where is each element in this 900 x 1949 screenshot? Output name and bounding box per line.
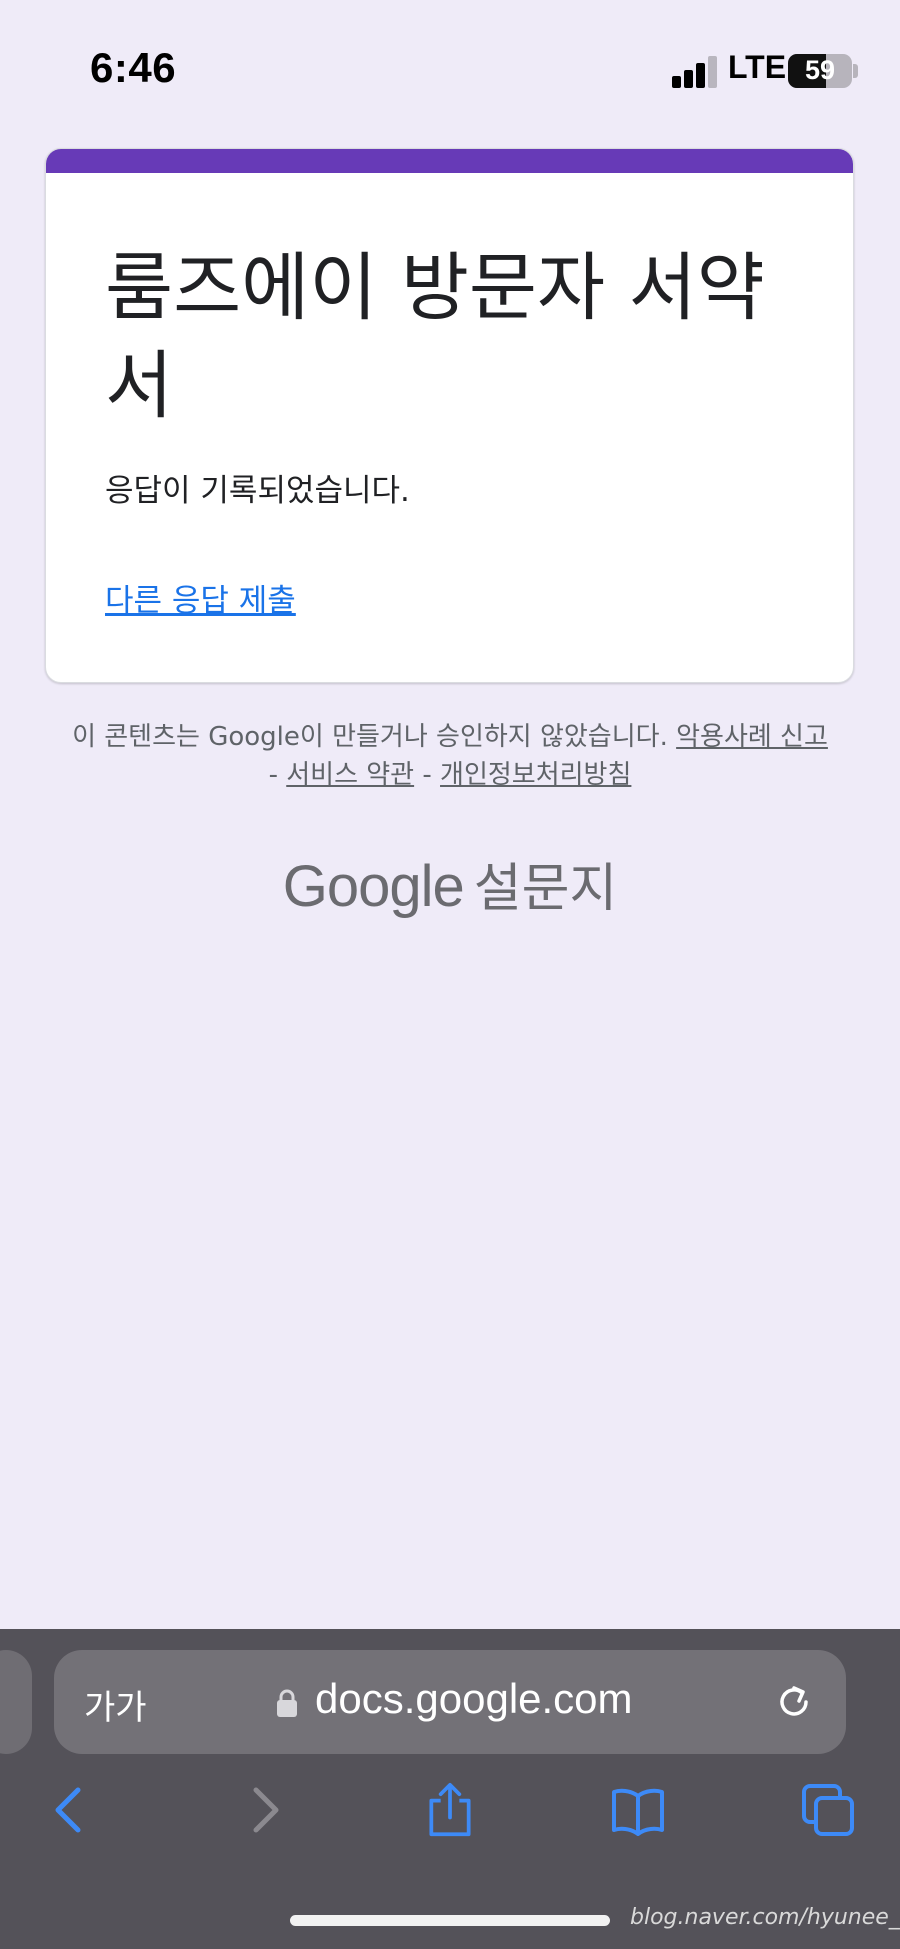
google-forms-logo[interactable]: Google 설문지	[0, 846, 900, 921]
card-accent-bar	[46, 149, 853, 173]
separator: -	[422, 760, 432, 790]
form-title: 룸즈에이 방문자 서약서	[105, 245, 765, 429]
brand-forms: 설문지	[473, 859, 618, 919]
battery-icon: 59	[788, 54, 852, 88]
url-text[interactable]: docs.google.com	[315, 1675, 633, 1723]
disclaimer-text: 이 콘텐츠는 Google이 만들거나 승인하지 않았습니다.	[72, 722, 668, 752]
report-abuse-link[interactable]: 악용사례 신고	[676, 722, 828, 752]
previous-tab-preview[interactable]	[0, 1650, 32, 1754]
back-icon[interactable]	[42, 1782, 98, 1838]
confirmation-message: 응답이 기록되었습니다.	[105, 473, 410, 509]
brand-google: Google	[282, 854, 465, 919]
watermark: blog.naver.com/hyunee_o_o	[630, 1905, 900, 1930]
text-size-button[interactable]: 가가	[84, 1680, 147, 1729]
battery-tip	[853, 64, 858, 78]
status-time: 6:46	[90, 44, 177, 91]
battery-level: 59	[804, 55, 836, 85]
cellular-signal-icon	[672, 56, 718, 88]
submit-another-response-link[interactable]: 다른 응답 제출	[105, 575, 296, 620]
terms-of-service-link[interactable]: 서비스 약관	[286, 760, 414, 790]
reload-icon[interactable]	[772, 1680, 816, 1724]
tabs-icon[interactable]	[800, 1782, 856, 1838]
separator: -	[268, 760, 278, 790]
disclaimer: 이 콘텐츠는 Google이 만들거나 승인하지 않았습니다. 악용사례 신고 …	[70, 718, 830, 794]
forward-icon[interactable]	[236, 1782, 292, 1838]
lock-icon	[277, 1689, 297, 1717]
text-size-label: 가가	[84, 1688, 147, 1728]
bookmarks-icon[interactable]	[610, 1782, 666, 1838]
privacy-policy-link[interactable]: 개인정보처리방침	[440, 760, 631, 790]
home-indicator[interactable]	[290, 1915, 610, 1926]
share-icon[interactable]	[422, 1782, 478, 1838]
network-type: LTE	[728, 49, 787, 85]
confirmation-card: 룸즈에이 방문자 서약서 응답이 기록되었습니다. 다른 응답 제출	[45, 148, 854, 683]
